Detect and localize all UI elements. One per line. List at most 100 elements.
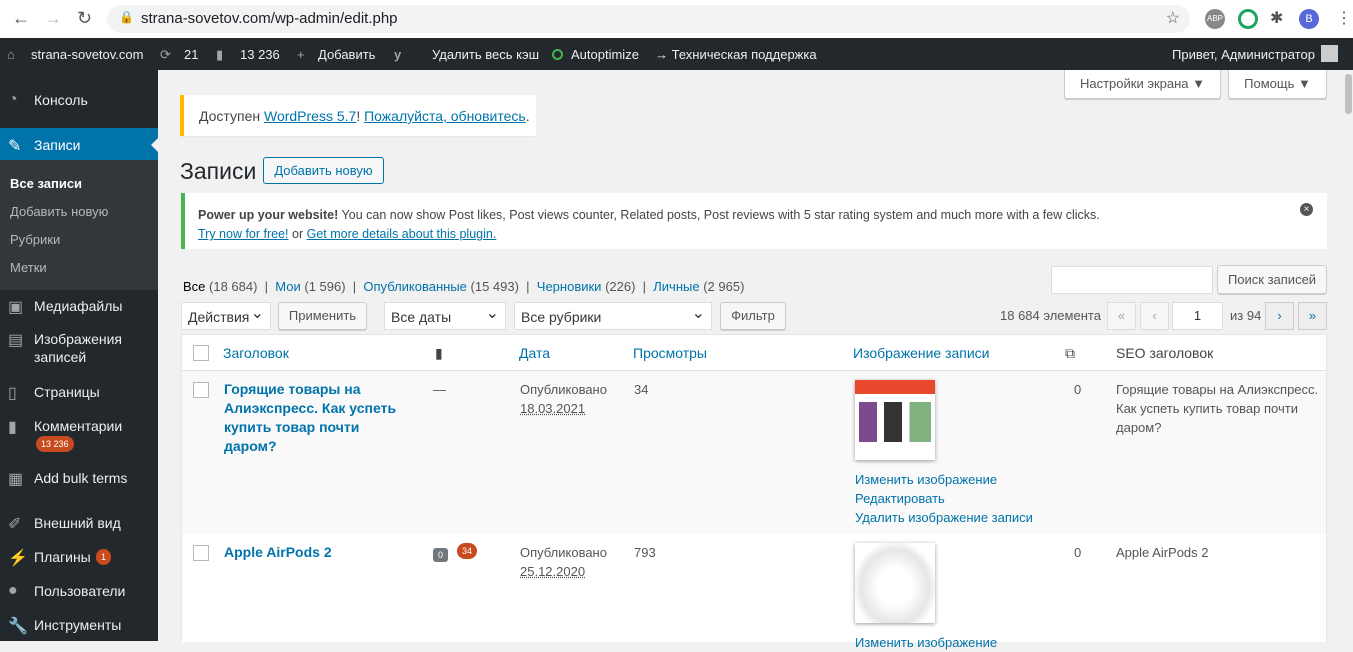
seo-title: Apple AirPods 2 — [1116, 545, 1209, 560]
comments-badge: 13 236 — [36, 436, 74, 452]
total-pages: из 94 — [1230, 308, 1262, 323]
column-seo-title: SEO заголовок — [1116, 345, 1214, 361]
avatar[interactable] — [1321, 45, 1338, 62]
last-page-button[interactable]: » — [1298, 302, 1327, 330]
select-all-checkbox[interactable] — [193, 345, 209, 361]
submenu-categories[interactable]: Рубрики — [10, 232, 60, 247]
edit-image-link[interactable]: Редактировать — [855, 489, 945, 508]
help-button[interactable]: Помощь ▼ — [1228, 70, 1327, 99]
next-page-button[interactable]: › — [1265, 302, 1294, 330]
profile-avatar[interactable]: B — [1299, 9, 1319, 29]
address-bar[interactable]: 🔒 strana-sovetov.com/wp-admin/edit.php ☆ — [107, 5, 1190, 33]
notice-text: Доступен — [199, 108, 264, 124]
featured-image-thumbnail[interactable] — [855, 543, 935, 623]
remove-image-link[interactable]: Удалить изображение записи — [855, 508, 1033, 527]
promo-or: or — [288, 227, 307, 241]
scrollbar[interactable] — [1344, 70, 1353, 641]
comments-icon: ▮ — [8, 419, 17, 436]
table-row: Горящие товары на Алиэкспресс. Как успет… — [182, 371, 1326, 534]
label: Add bulk terms — [34, 470, 128, 486]
update-link[interactable]: Пожалуйста, обновитесь — [364, 108, 526, 124]
greeting[interactable]: Привет, Администратор — [1172, 47, 1315, 62]
reload-icon[interactable]: ↻ — [77, 8, 92, 29]
wrench-icon: 🔧 — [8, 618, 28, 635]
adblock-icon[interactable]: ABP — [1205, 9, 1225, 29]
label: Инструменты — [34, 617, 122, 633]
row-checkbox[interactable] — [193, 545, 209, 561]
row-checkbox[interactable] — [193, 382, 209, 398]
add-new-link[interactable]: Добавить — [318, 47, 375, 62]
change-image-link[interactable]: Изменить изображение — [855, 633, 997, 652]
pending-comments-badge[interactable]: 34 — [457, 543, 478, 559]
back-icon[interactable]: ← — [12, 8, 30, 29]
dismiss-icon[interactable]: × — [1300, 203, 1313, 216]
filter-drafts[interactable]: Черновики — [537, 279, 602, 294]
update-notice: Доступен WordPress 5.7! Пожалуйста, обно… — [180, 95, 536, 136]
search-posts-button[interactable]: Поиск записей — [1217, 265, 1327, 294]
date-filter-select[interactable]: Все даты — [384, 302, 506, 330]
active-arrow — [144, 138, 158, 152]
change-image-link[interactable]: Изменить изображение — [855, 470, 997, 489]
search-input[interactable] — [1051, 266, 1213, 294]
label: Медиафайлы — [34, 298, 123, 314]
approved-comments-bubble[interactable]: 0 — [433, 548, 449, 562]
submenu-add-new[interactable]: Добавить новую — [10, 204, 108, 219]
prev-page-button[interactable]: ‹ — [1140, 302, 1169, 330]
autoptimize-link[interactable]: Autoptimize — [571, 47, 639, 62]
column-featured-image[interactable]: Изображение записи — [853, 345, 990, 361]
filter-count: (18 684) — [209, 279, 258, 294]
items-count: 18 684 элемента — [1000, 308, 1101, 323]
first-page-button[interactable]: « — [1107, 302, 1136, 330]
apply-button[interactable]: Применить — [278, 302, 367, 330]
brush-icon: ✐ — [8, 516, 22, 533]
star-icon[interactable]: ☆ — [1166, 8, 1180, 28]
filter-count: (1 596) — [304, 279, 346, 294]
filter-count: (2 965) — [703, 279, 745, 294]
plugin-details-link[interactable]: Get more details about this plugin. — [307, 227, 497, 241]
posts-submenu: Все записи Добавить новую Рубрики Метки — [0, 160, 158, 290]
plugins-badge: 1 — [96, 549, 112, 565]
filter-published[interactable]: Опубликованные — [363, 279, 467, 294]
add-new-button[interactable]: Добавить новую — [263, 157, 384, 184]
admin-bar: ⌂ strana-sovetov.com ⟳ 21 ▮ 13 236 + Доб… — [0, 38, 1353, 70]
filter-all[interactable]: Все — [183, 279, 205, 294]
label: Пользователи — [34, 583, 126, 599]
column-date[interactable]: Дата — [519, 345, 550, 361]
filter-button[interactable]: Фильтр — [720, 302, 786, 330]
extension-icon[interactable] — [1238, 9, 1258, 29]
site-link[interactable]: strana-sovetov.com — [31, 47, 143, 62]
yoast-icon[interactable]: y — [394, 47, 401, 62]
label: Внешний вид — [34, 515, 121, 531]
comment-column-icon[interactable]: ▮ — [435, 345, 443, 362]
category-filter-select[interactable]: Все рубрики — [514, 302, 712, 330]
filter-count: (15 493) — [470, 279, 519, 294]
post-title-link[interactable]: Горящие товары на Алиэкспресс. Как успет… — [224, 380, 414, 456]
plus-icon: + — [297, 47, 305, 62]
puzzle-icon[interactable]: ✱ — [1270, 8, 1283, 28]
image-count: 0 — [1074, 382, 1082, 397]
filter-mine[interactable]: Мои — [275, 279, 300, 294]
current-page-input[interactable]: 1 — [1172, 302, 1223, 330]
lock-icon: 🔒 — [119, 10, 134, 24]
column-views[interactable]: Просмотры — [633, 345, 707, 361]
url-text: strana-sovetov.com/wp-admin/edit.php — [141, 10, 398, 27]
forward-icon[interactable]: → — [44, 8, 62, 29]
image-count-icon: ⧉ — [1065, 345, 1075, 361]
updates-count[interactable]: 21 — [184, 47, 198, 62]
post-title-link[interactable]: Apple AirPods 2 — [224, 543, 332, 562]
submenu-all-posts[interactable]: Все записи — [10, 176, 82, 191]
bulk-actions-select[interactable]: Действия — [181, 302, 271, 330]
column-title[interactable]: Заголовок — [223, 345, 289, 361]
menu-icon[interactable]: ⋮ — [1336, 8, 1352, 28]
support-link[interactable]: → Техническая поддержка — [655, 47, 817, 62]
comments-count[interactable]: 13 236 — [240, 47, 280, 62]
clear-cache-link[interactable]: Удалить весь кэш — [432, 47, 539, 62]
featured-image-thumbnail[interactable] — [855, 380, 935, 460]
seo-title: Горящие товары на Алиэкспресс. Как успет… — [1116, 382, 1319, 435]
filter-private[interactable]: Личные — [653, 279, 699, 294]
try-free-link[interactable]: Try now for free! — [198, 227, 289, 241]
wordpress-version-link[interactable]: WordPress 5.7 — [264, 108, 356, 124]
screen-options-button[interactable]: Настройки экрана ▼ — [1064, 70, 1221, 99]
submenu-tags[interactable]: Метки — [10, 260, 47, 275]
label: Страницы — [34, 384, 100, 400]
